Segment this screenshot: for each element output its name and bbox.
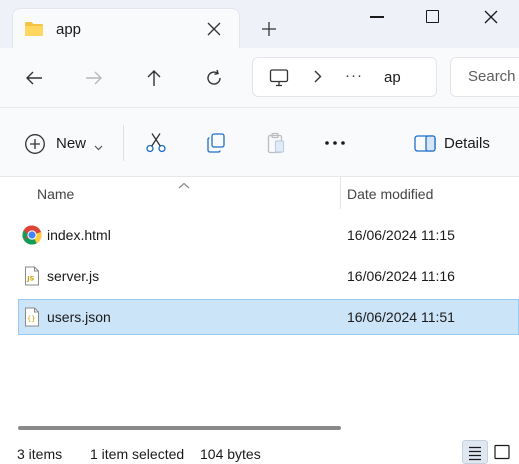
column-divider[interactable] xyxy=(340,177,341,209)
window-close-icon[interactable] xyxy=(484,10,498,24)
tab-app[interactable]: app xyxy=(12,8,240,48)
tab-title: app xyxy=(56,21,82,38)
new-plus-icon xyxy=(24,133,46,160)
minimize-icon[interactable] xyxy=(370,16,384,18)
cut-icon[interactable] xyxy=(145,132,167,154)
back-arrow-icon[interactable] xyxy=(24,68,44,88)
item-count: 3 items xyxy=(17,446,63,462)
details-view-icon[interactable] xyxy=(462,440,488,464)
refresh-icon[interactable] xyxy=(204,68,224,88)
file-row-server-js[interactable]: JS server.js 16/06/2024 11:16 xyxy=(18,258,519,294)
details-button-label: Details xyxy=(444,135,490,152)
toolbar-divider xyxy=(123,125,124,161)
file-date: 16/06/2024 11:51 xyxy=(347,309,455,325)
maximize-icon[interactable] xyxy=(426,10,439,23)
svg-text:JS: JS xyxy=(26,275,34,283)
svg-text:{}: {} xyxy=(27,315,35,323)
search-input[interactable]: Search xyxy=(450,57,519,97)
forward-arrow-icon[interactable] xyxy=(84,68,104,88)
chevron-down-icon xyxy=(94,138,103,156)
breadcrumb-overflow-button[interactable]: ··· xyxy=(345,67,363,84)
navigation-bar: ··· ap Search xyxy=(0,48,519,108)
new-tab-plus-icon[interactable] xyxy=(262,22,276,36)
column-header-name[interactable]: Name xyxy=(37,186,74,202)
new-button-label: New xyxy=(56,135,87,152)
file-row-users-json[interactable]: {} users.json 16/06/2024 11:51 xyxy=(18,299,519,335)
up-arrow-icon[interactable] xyxy=(144,68,164,88)
json-file-icon: {} xyxy=(22,307,42,327)
file-name: users.json xyxy=(47,309,111,325)
breadcrumb-chevron-icon[interactable] xyxy=(314,70,322,87)
folder-icon xyxy=(24,21,44,42)
sort-ascending-icon xyxy=(178,177,190,195)
chrome-html-icon xyxy=(22,225,42,245)
file-date: 16/06/2024 11:15 xyxy=(347,227,455,243)
file-row-index-html[interactable]: index.html 16/06/2024 11:15 xyxy=(18,217,519,253)
copy-icon[interactable] xyxy=(205,132,227,154)
command-bar: New Details xyxy=(0,108,519,177)
title-bar: app xyxy=(0,0,519,48)
column-header-row: Name Date modified xyxy=(0,177,519,209)
js-file-icon: JS xyxy=(22,266,42,286)
file-name: index.html xyxy=(47,227,111,243)
close-tab-icon[interactable] xyxy=(207,22,221,36)
selection-size: 104 bytes xyxy=(200,446,261,462)
status-bar: 3 items 1 item selected 104 bytes xyxy=(0,436,519,464)
column-header-date-modified[interactable]: Date modified xyxy=(347,186,433,202)
file-name: server.js xyxy=(47,268,100,284)
horizontal-scrollbar[interactable] xyxy=(18,426,341,430)
details-pane-icon xyxy=(414,135,436,158)
address-bar[interactable]: ··· ap xyxy=(252,57,437,97)
tiles-view-icon[interactable] xyxy=(490,440,516,464)
selection-count: 1 item selected xyxy=(90,446,185,462)
this-pc-icon xyxy=(269,69,289,92)
file-date: 16/06/2024 11:16 xyxy=(347,268,455,284)
paste-icon[interactable] xyxy=(265,132,287,154)
breadcrumb-current[interactable]: ap xyxy=(384,69,401,86)
more-icon[interactable] xyxy=(324,132,346,154)
